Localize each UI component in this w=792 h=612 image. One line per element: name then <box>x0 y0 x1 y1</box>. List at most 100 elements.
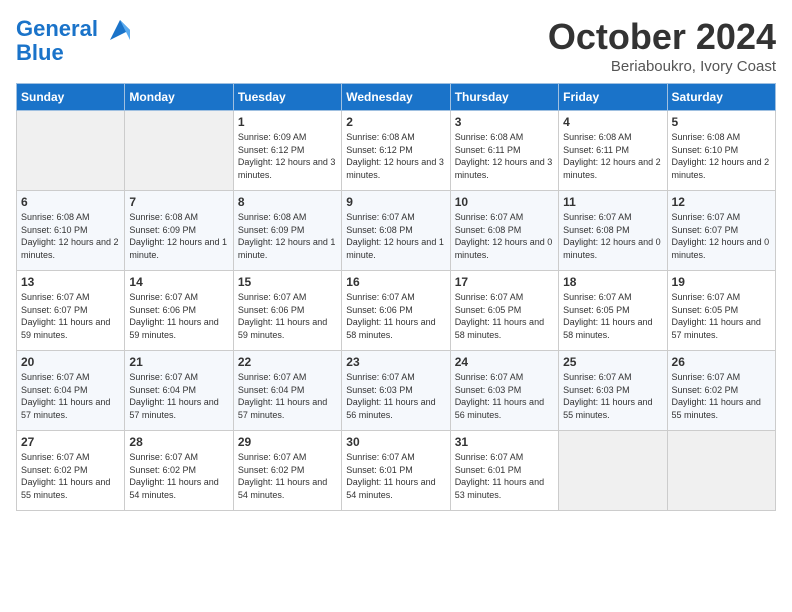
column-header-thursday: Thursday <box>450 84 558 111</box>
day-number: 23 <box>346 355 445 369</box>
day-cell: 1 Sunrise: 6:09 AM Sunset: 6:12 PM Daylig… <box>233 111 341 191</box>
day-cell: 30 Sunrise: 6:07 AM Sunset: 6:01 PM Dayli… <box>342 431 450 511</box>
day-number: 30 <box>346 435 445 449</box>
calendar-body: 1 Sunrise: 6:09 AM Sunset: 6:12 PM Daylig… <box>17 111 776 511</box>
day-number: 9 <box>346 195 445 209</box>
day-info: Sunrise: 6:07 AM Sunset: 6:07 PM Dayligh… <box>21 291 120 341</box>
day-info: Sunrise: 6:07 AM Sunset: 6:01 PM Dayligh… <box>455 451 554 501</box>
day-cell: 16Sunrise: 6:07 AM Sunset: 6:06 PM Dayli… <box>342 271 450 351</box>
day-cell: 17 Sunrise: 6:07 AM Sunset: 6:05 PM Dayli… <box>450 271 558 351</box>
day-cell: 22 Sunrise: 6:07 AM Sunset: 6:04 PM Dayli… <box>233 351 341 431</box>
day-cell: 11 Sunrise: 6:07 AM Sunset: 6:08 PM Dayli… <box>559 191 667 271</box>
day-cell: 19Sunrise: 6:07 AM Sunset: 6:05 PM Dayli… <box>667 271 775 351</box>
day-cell: 2Sunrise: 6:08 AM Sunset: 6:12 PM Daylig… <box>342 111 450 191</box>
day-number: 26 <box>672 355 771 369</box>
column-header-monday: Monday <box>125 84 233 111</box>
day-info: Sunrise: 6:07 AM Sunset: 6:02 PM Dayligh… <box>129 451 228 501</box>
day-info: Sunrise: 6:07 AM Sunset: 6:05 PM Dayligh… <box>563 291 662 341</box>
day-cell: 26Sunrise: 6:07 AM Sunset: 6:02 PM Dayli… <box>667 351 775 431</box>
day-number: 20 <box>21 355 120 369</box>
day-cell: 10 Sunrise: 6:07 AM Sunset: 6:08 PM Dayli… <box>450 191 558 271</box>
week-row-5: 27Sunrise: 6:07 AM Sunset: 6:02 PM Dayli… <box>17 431 776 511</box>
day-info: Sunrise: 6:07 AM Sunset: 6:01 PM Dayligh… <box>346 451 445 501</box>
day-number: 25 <box>563 355 662 369</box>
week-row-1: 1 Sunrise: 6:09 AM Sunset: 6:12 PM Daylig… <box>17 111 776 191</box>
day-cell: 24 Sunrise: 6:07 AM Sunset: 6:03 PM Dayli… <box>450 351 558 431</box>
day-number: 3 <box>455 115 554 129</box>
day-number: 7 <box>129 195 228 209</box>
day-cell <box>125 111 233 191</box>
day-number: 24 <box>455 355 554 369</box>
day-info: Sunrise: 6:08 AM Sunset: 6:09 PM Dayligh… <box>238 211 337 261</box>
day-info: Sunrise: 6:07 AM Sunset: 6:03 PM Dayligh… <box>455 371 554 421</box>
day-cell: 31 Sunrise: 6:07 AM Sunset: 6:01 PM Dayli… <box>450 431 558 511</box>
day-number: 31 <box>455 435 554 449</box>
day-info: Sunrise: 6:09 AM Sunset: 6:12 PM Dayligh… <box>238 131 337 181</box>
day-info: Sunrise: 6:07 AM Sunset: 6:05 PM Dayligh… <box>672 291 771 341</box>
calendar-header-row: SundayMondayTuesdayWednesdayThursdayFrid… <box>17 84 776 111</box>
day-info: Sunrise: 6:07 AM Sunset: 6:08 PM Dayligh… <box>455 211 554 261</box>
day-number: 15 <box>238 275 337 289</box>
day-info: Sunrise: 6:07 AM Sunset: 6:06 PM Dayligh… <box>129 291 228 341</box>
day-cell: 13 Sunrise: 6:07 AM Sunset: 6:07 PM Dayli… <box>17 271 125 351</box>
day-cell: 28 Sunrise: 6:07 AM Sunset: 6:02 PM Dayli… <box>125 431 233 511</box>
day-info: Sunrise: 6:08 AM Sunset: 6:12 PM Dayligh… <box>346 131 445 181</box>
day-info: Sunrise: 6:07 AM Sunset: 6:06 PM Dayligh… <box>238 291 337 341</box>
day-number: 11 <box>563 195 662 209</box>
day-info: Sunrise: 6:07 AM Sunset: 6:04 PM Dayligh… <box>238 371 337 421</box>
day-number: 17 <box>455 275 554 289</box>
day-cell: 21Sunrise: 6:07 AM Sunset: 6:04 PM Dayli… <box>125 351 233 431</box>
day-number: 8 <box>238 195 337 209</box>
day-number: 28 <box>129 435 228 449</box>
day-number: 4 <box>563 115 662 129</box>
day-number: 29 <box>238 435 337 449</box>
column-header-tuesday: Tuesday <box>233 84 341 111</box>
day-cell <box>667 431 775 511</box>
day-cell: 5Sunrise: 6:08 AM Sunset: 6:10 PM Daylig… <box>667 111 775 191</box>
day-number: 10 <box>455 195 554 209</box>
day-cell: 29 Sunrise: 6:07 AM Sunset: 6:02 PM Dayli… <box>233 431 341 511</box>
day-number: 6 <box>21 195 120 209</box>
day-cell: 8 Sunrise: 6:08 AM Sunset: 6:09 PM Daylig… <box>233 191 341 271</box>
day-number: 13 <box>21 275 120 289</box>
location: Beriaboukro, Ivory Coast <box>548 58 776 75</box>
day-info: Sunrise: 6:07 AM Sunset: 6:03 PM Dayligh… <box>563 371 662 421</box>
day-info: Sunrise: 6:07 AM Sunset: 6:03 PM Dayligh… <box>346 371 445 421</box>
day-info: Sunrise: 6:07 AM Sunset: 6:02 PM Dayligh… <box>21 451 120 501</box>
week-row-2: 6 Sunrise: 6:08 AM Sunset: 6:10 PM Daylig… <box>17 191 776 271</box>
week-row-3: 13 Sunrise: 6:07 AM Sunset: 6:07 PM Dayli… <box>17 271 776 351</box>
day-cell: 3 Sunrise: 6:08 AM Sunset: 6:11 PM Daylig… <box>450 111 558 191</box>
day-cell: 18 Sunrise: 6:07 AM Sunset: 6:05 PM Dayli… <box>559 271 667 351</box>
day-number: 16 <box>346 275 445 289</box>
day-info: Sunrise: 6:08 AM Sunset: 6:11 PM Dayligh… <box>455 131 554 181</box>
day-info: Sunrise: 6:08 AM Sunset: 6:09 PM Dayligh… <box>129 211 228 261</box>
day-cell: 25 Sunrise: 6:07 AM Sunset: 6:03 PM Dayli… <box>559 351 667 431</box>
day-number: 14 <box>129 275 228 289</box>
day-cell: 15 Sunrise: 6:07 AM Sunset: 6:06 PM Dayli… <box>233 271 341 351</box>
day-info: Sunrise: 6:08 AM Sunset: 6:10 PM Dayligh… <box>21 211 120 261</box>
month-title: October 2024 <box>548 16 776 58</box>
day-info: Sunrise: 6:07 AM Sunset: 6:08 PM Dayligh… <box>563 211 662 261</box>
column-header-wednesday: Wednesday <box>342 84 450 111</box>
title-block: October 2024 Beriaboukro, Ivory Coast <box>548 16 776 75</box>
page-header: General Blue October 2024 Beriaboukro, I… <box>16 16 776 75</box>
day-number: 1 <box>238 115 337 129</box>
day-cell <box>17 111 125 191</box>
day-info: Sunrise: 6:07 AM Sunset: 6:05 PM Dayligh… <box>455 291 554 341</box>
day-cell <box>559 431 667 511</box>
calendar-table: SundayMondayTuesdayWednesdayThursdayFrid… <box>16 83 776 511</box>
day-number: 18 <box>563 275 662 289</box>
day-cell: 27Sunrise: 6:07 AM Sunset: 6:02 PM Dayli… <box>17 431 125 511</box>
logo: General Blue <box>16 16 134 66</box>
week-row-4: 20 Sunrise: 6:07 AM Sunset: 6:04 PM Dayli… <box>17 351 776 431</box>
day-number: 12 <box>672 195 771 209</box>
day-cell: 20Sunrise: 6:07 AM Sunset: 6:04 PM Dayli… <box>17 351 125 431</box>
day-info: Sunrise: 6:08 AM Sunset: 6:11 PM Dayligh… <box>563 131 662 181</box>
day-info: Sunrise: 6:07 AM Sunset: 6:07 PM Dayligh… <box>672 211 771 261</box>
day-cell: 14 Sunrise: 6:07 AM Sunset: 6:06 PM Dayli… <box>125 271 233 351</box>
day-info: Sunrise: 6:07 AM Sunset: 6:02 PM Dayligh… <box>238 451 337 501</box>
day-cell: 9Sunrise: 6:07 AM Sunset: 6:08 PM Daylig… <box>342 191 450 271</box>
day-info: Sunrise: 6:08 AM Sunset: 6:10 PM Dayligh… <box>672 131 771 181</box>
day-number: 22 <box>238 355 337 369</box>
column-header-friday: Friday <box>559 84 667 111</box>
